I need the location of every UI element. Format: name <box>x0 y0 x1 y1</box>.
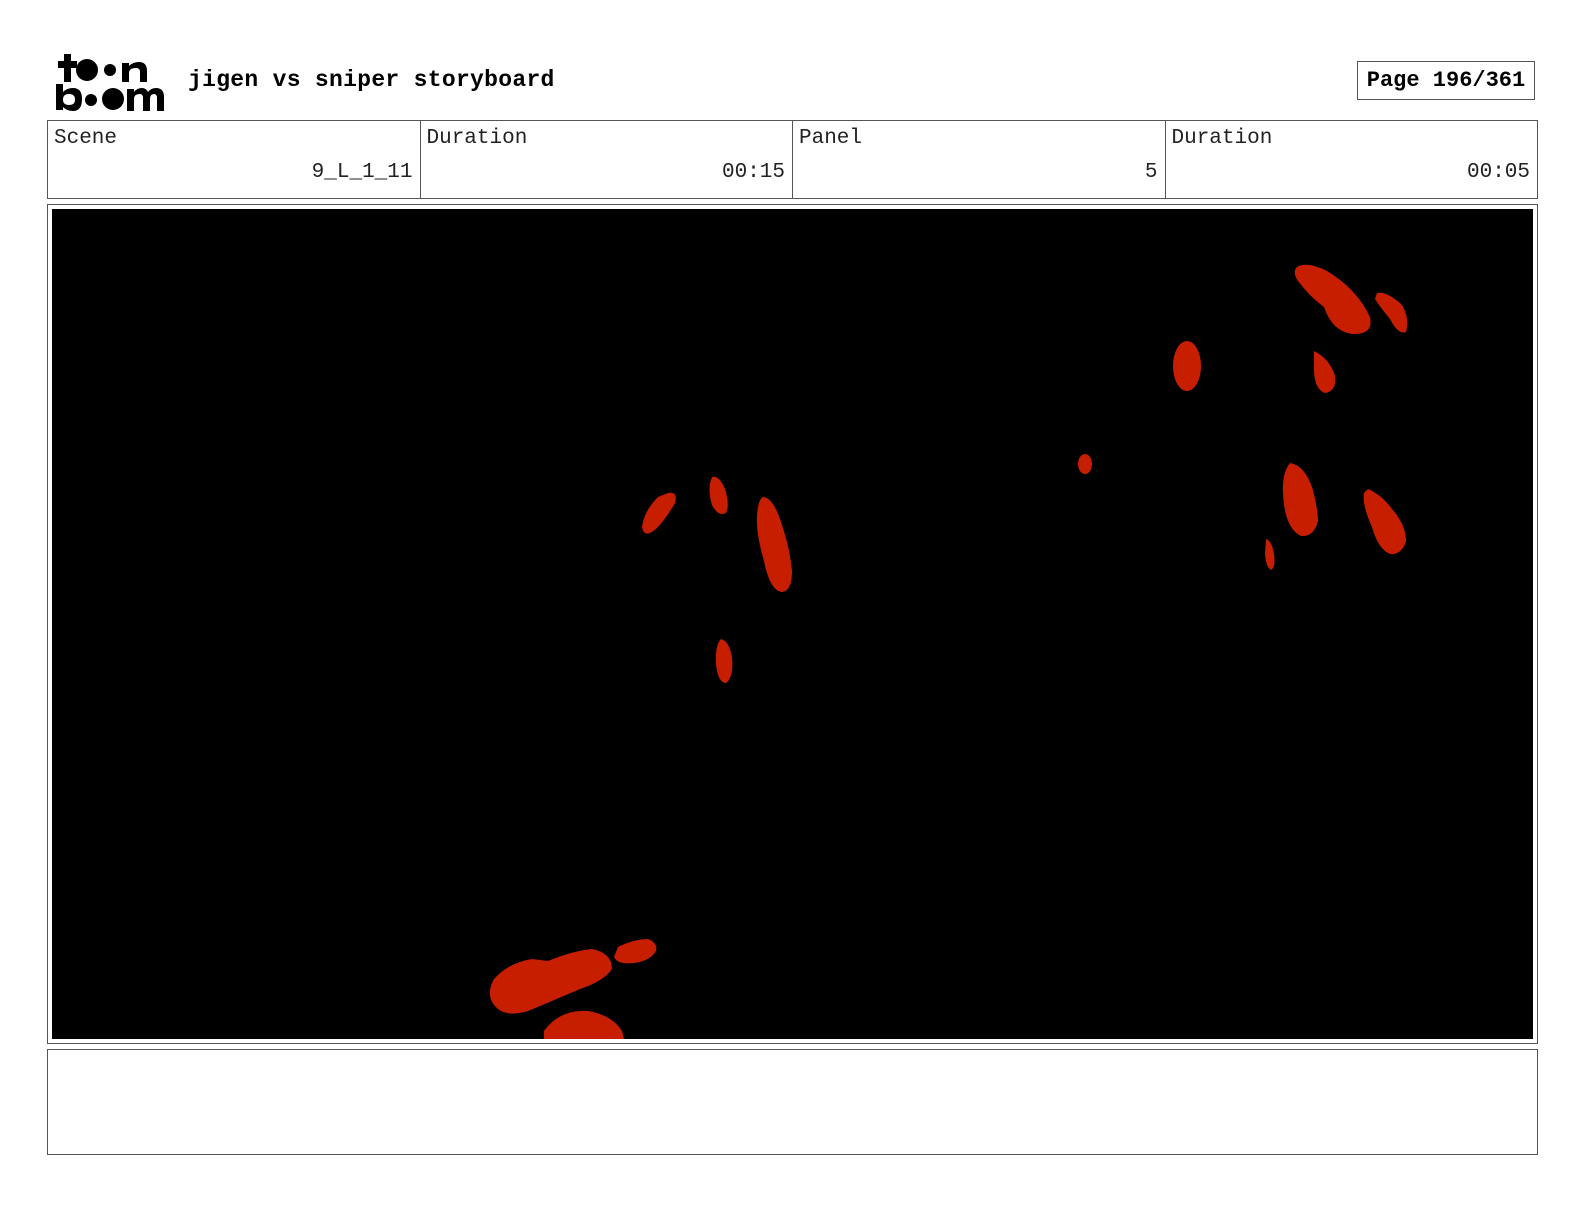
scene-duration-value: 00:15 <box>721 161 785 184</box>
storyboard-panel-frame <box>47 204 1538 1044</box>
blood-drop <box>489 949 612 1014</box>
storyboard-panel-image <box>52 209 1533 1039</box>
blood-drop <box>1173 341 1201 391</box>
blood-drop <box>1282 463 1318 537</box>
toon-boom-logo <box>50 50 166 114</box>
page-indicator: Page 196/361 <box>1357 61 1535 100</box>
blood-drop <box>1265 539 1275 570</box>
blood-drop <box>709 476 728 514</box>
panel-duration-cell: Duration 00:05 <box>1164 121 1538 198</box>
toon-boom-logo-icon <box>56 54 164 111</box>
blood-drop <box>1078 454 1092 474</box>
scene-cell: Scene 9_L_1_11 <box>48 121 420 198</box>
action-notes-box <box>47 1049 1538 1155</box>
blood-drop <box>1314 351 1336 393</box>
blood-drop <box>614 939 657 964</box>
panel-cell: Panel 5 <box>792 121 1165 198</box>
panel-label: Panel <box>799 127 863 150</box>
blood-drop <box>544 1010 624 1039</box>
blood-drop <box>1363 489 1406 555</box>
panel-value: 5 <box>1144 161 1158 184</box>
project-title: jigen vs sniper storyboard <box>188 67 555 93</box>
scene-duration-label: Duration <box>426 127 528 150</box>
blood-drop <box>715 639 733 683</box>
blood-splatter-drawing <box>489 264 1408 1039</box>
scene-duration-cell: Duration 00:15 <box>419 121 793 198</box>
blood-drop <box>642 492 676 534</box>
blood-drop <box>756 497 792 592</box>
panel-duration-label: Duration <box>1171 127 1273 150</box>
blood-drop <box>1294 264 1371 335</box>
scene-label: Scene <box>54 127 118 150</box>
blood-drop <box>1375 292 1408 333</box>
scene-value: 9_L_1_11 <box>311 161 413 184</box>
panel-duration-value: 00:05 <box>1466 161 1530 184</box>
scene-info-table: Scene 9_L_1_11 Duration 00:15 Panel 5 Du… <box>47 120 1538 199</box>
